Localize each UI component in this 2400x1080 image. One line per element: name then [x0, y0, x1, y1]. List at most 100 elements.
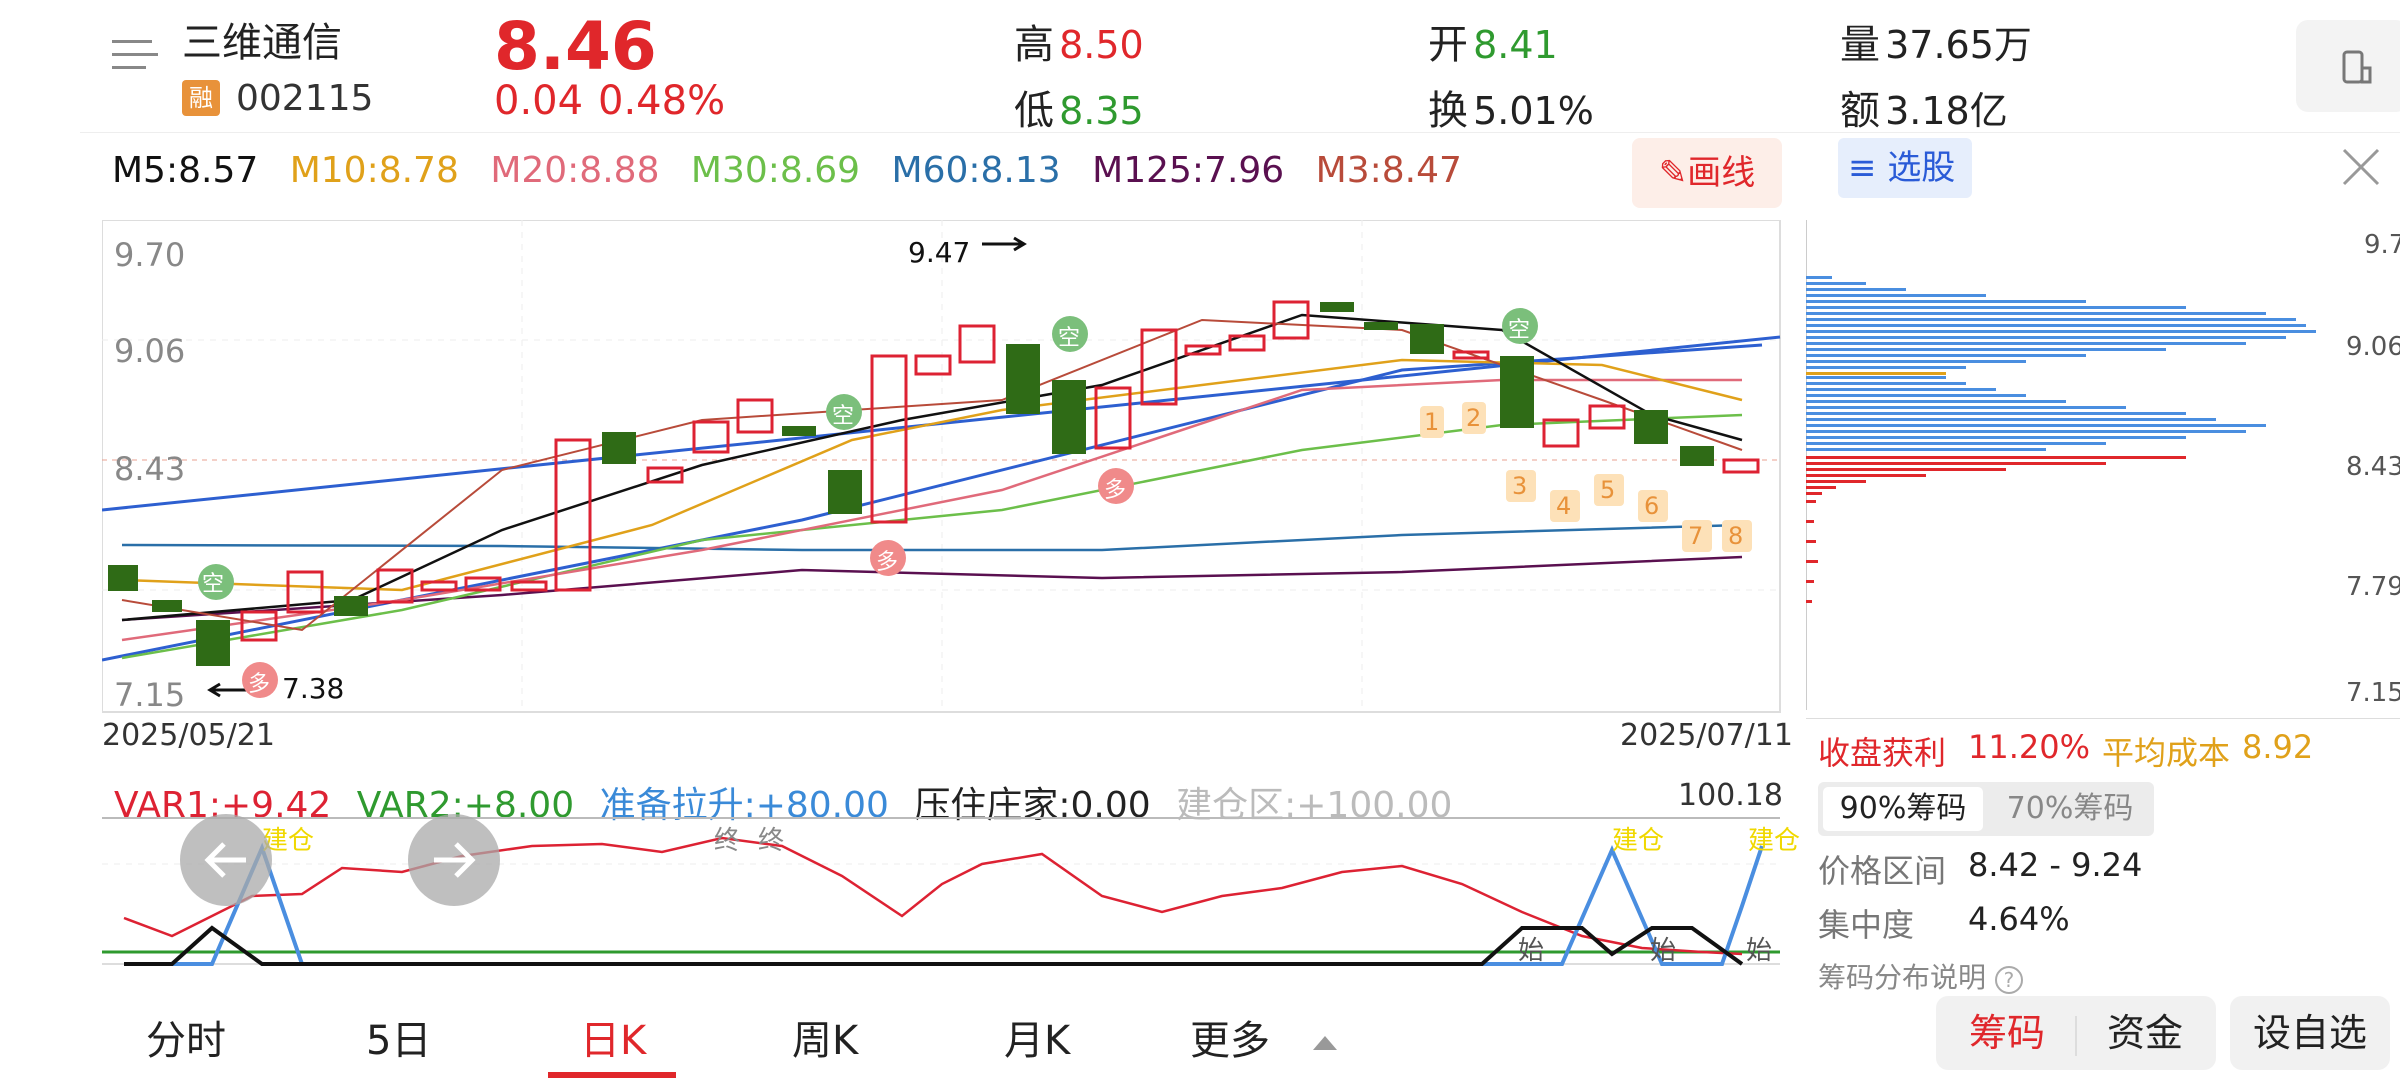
- amount-label: 额: [1840, 88, 1880, 134]
- duo-text-2: 多: [876, 550, 899, 575]
- tab-more-label: 更多: [1190, 1018, 1270, 1064]
- tab-chip90[interactable]: 90%筹码: [1823, 787, 1983, 831]
- ma125-value: M125:7.96: [1092, 150, 1285, 191]
- ma-legend: M5:8.57 M10:8.78 M20:8.88 M30:8.69 M60:8…: [112, 150, 1482, 191]
- amount-value: 3.18亿: [1885, 89, 2008, 133]
- chip-price-1: 9.7: [2364, 230, 2400, 260]
- tab-5day[interactable]: 5日: [366, 1008, 431, 1066]
- count-8: 8: [1728, 522, 1744, 550]
- jiancang-label-2: 建仓: [1612, 826, 1665, 856]
- chip-price-4: 7.79: [2346, 572, 2400, 602]
- chip-price-2: 9.06: [2346, 332, 2400, 362]
- tab-fenshi[interactable]: 分时: [146, 1008, 226, 1066]
- zhong-label-1: 终: [714, 826, 741, 856]
- caret-up-icon: [1312, 1036, 1337, 1050]
- kong-text-3: 空: [1058, 326, 1081, 351]
- shi-label-2: 始: [1650, 936, 1677, 966]
- jiancang-label-3: 建仓: [1748, 826, 1801, 856]
- kline-chart[interactable]: [102, 220, 1782, 714]
- range-label: 价格区间: [1818, 852, 1947, 890]
- stock-code: 002115: [236, 78, 374, 119]
- y-label-2: 9.06: [114, 332, 186, 370]
- chip-distribution-chart: [1806, 220, 2316, 710]
- arrow-right-icon: [434, 842, 476, 878]
- help-icon: ?: [1994, 966, 2023, 994]
- chip-price-5: 7.15: [2346, 678, 2400, 708]
- next-arrow-button[interactable]: [408, 814, 500, 906]
- menu-icon[interactable]: [112, 40, 158, 78]
- phone-rotate-icon: [2342, 50, 2372, 84]
- volume-value: 37.65万: [1885, 23, 2032, 67]
- xuangu-button[interactable]: ≡ 选股: [1838, 138, 1972, 198]
- chip-price-3: 8.43: [2346, 452, 2400, 482]
- tab-weekk[interactable]: 周K: [792, 1008, 858, 1066]
- current-price: 8.46: [494, 8, 657, 85]
- chip-explain-link[interactable]: 筹码分布说明 ?: [1818, 956, 2023, 996]
- y-label-1: 9.70: [114, 236, 186, 274]
- duo-signals: [242, 468, 1134, 698]
- rong-badge: 融: [182, 80, 220, 116]
- low-quote: 低 8.35: [1014, 78, 1144, 136]
- conc-label: 集中度: [1818, 906, 1915, 944]
- add-watchlist-button[interactable]: 设自选: [2230, 996, 2390, 1070]
- count-1: 1: [1424, 408, 1440, 436]
- landscape-toggle-button[interactable]: [2296, 20, 2400, 112]
- volume-label: 量: [1840, 22, 1880, 68]
- tab-chip70[interactable]: 70%筹码: [1990, 787, 2150, 831]
- tab-dayk[interactable]: 日K: [580, 1008, 646, 1066]
- duo-text-1: 多: [248, 672, 271, 697]
- zhong-label-2: 终: [758, 826, 785, 856]
- amount-quote: 额 3.18亿: [1840, 78, 2008, 136]
- prev-arrow-button[interactable]: [180, 814, 272, 906]
- open-label: 开: [1428, 22, 1468, 68]
- conc-value: 4.64%: [1968, 900, 2070, 938]
- low-label: 低: [1014, 88, 1054, 134]
- price-change-pct: 0.48%: [598, 78, 726, 124]
- active-tab-indicator: [548, 1072, 676, 1078]
- count-4: 4: [1556, 492, 1572, 520]
- ma10-value: M10:8.78: [289, 150, 459, 191]
- kong-signals: [198, 308, 1538, 600]
- zijin-button[interactable]: 资金: [2077, 996, 2213, 1070]
- m3-value: M3:8.47: [1315, 150, 1462, 191]
- count-2: 2: [1466, 404, 1482, 432]
- count-7: 7: [1688, 522, 1704, 550]
- tab-monthk[interactable]: 月K: [1004, 1008, 1070, 1066]
- high-value: 8.50: [1059, 23, 1144, 67]
- high-label: 高: [1014, 22, 1054, 68]
- shi-label-3: 始: [1746, 936, 1773, 966]
- high-annotation: 9.47: [908, 236, 971, 269]
- turnover-value: 5.01%: [1473, 89, 1594, 133]
- duo-text-3: 多: [1104, 478, 1127, 503]
- chouma-button[interactable]: 筹码: [1939, 996, 2075, 1070]
- price-change: 0.04: [494, 78, 584, 124]
- draw-line-button[interactable]: ✎画线: [1632, 138, 1782, 208]
- start-date: 2025/05/21: [102, 718, 275, 753]
- open-value: 8.41: [1473, 23, 1558, 67]
- draw-line-label: 画线: [1687, 153, 1756, 193]
- header-divider: [80, 132, 2400, 133]
- arrow-left-icon: [204, 842, 246, 878]
- tab-more[interactable]: 更多: [1190, 1008, 1337, 1066]
- volume-quote: 量 37.65万: [1840, 12, 2032, 70]
- low-value: 8.35: [1059, 89, 1144, 133]
- turnover-label: 换: [1428, 88, 1468, 134]
- low-annotation: 7.38: [282, 672, 345, 705]
- right-divider: [1806, 718, 2400, 719]
- range-value: 8.42 - 9.24: [1968, 846, 2143, 884]
- kong-text-4: 空: [1508, 318, 1531, 343]
- profit-value: 11.20%: [1968, 728, 2091, 766]
- avg-cost-value: 8.92: [2242, 728, 2314, 766]
- count-3: 3: [1512, 472, 1528, 500]
- close-button[interactable]: [2336, 142, 2386, 192]
- list-icon: ≡: [1848, 148, 1877, 188]
- end-date: 2025/07/11: [1620, 718, 1793, 753]
- indicator-max: 100.18: [1678, 778, 1783, 813]
- close-icon: [2342, 148, 2380, 186]
- chip-explain-label: 筹码分布说明: [1818, 961, 1987, 994]
- avg-cost-label: 平均成本: [2102, 734, 2231, 772]
- kong-text-2: 空: [832, 404, 855, 429]
- ma5-value: M5:8.57: [112, 150, 259, 191]
- chip-tabs: 90%筹码 70%筹码: [1818, 782, 2154, 836]
- ma60-value: M60:8.13: [891, 150, 1061, 191]
